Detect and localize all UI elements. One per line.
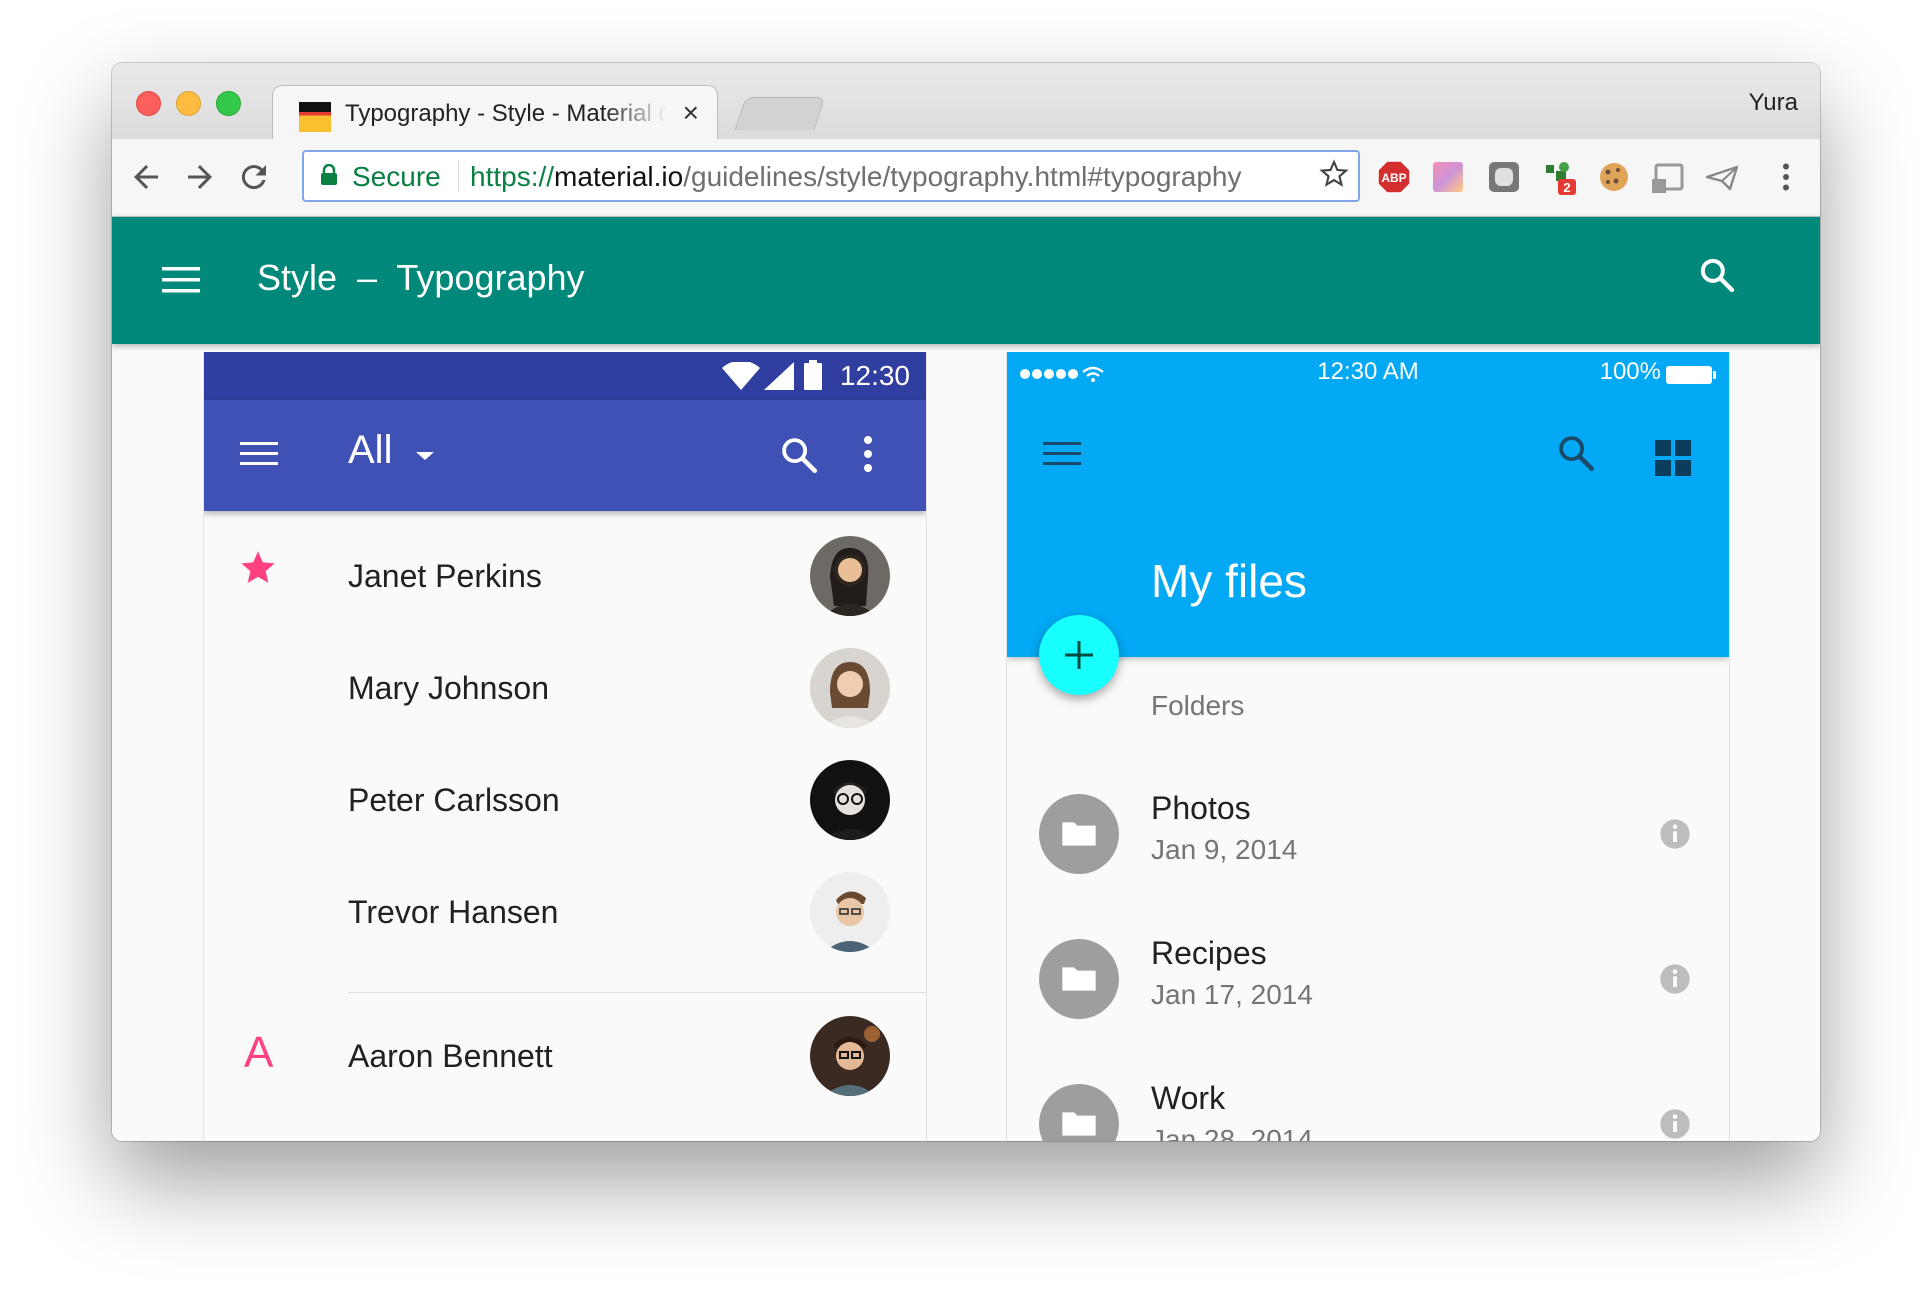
add-fab-button[interactable] bbox=[1039, 615, 1119, 695]
extension-badge: 2 bbox=[1563, 180, 1570, 195]
contact-row[interactable]: Trevor Hansen bbox=[204, 856, 926, 968]
reload-icon[interactable] bbox=[236, 159, 272, 195]
green-extension-icon[interactable]: 2 bbox=[1540, 159, 1576, 195]
info-icon[interactable] bbox=[1659, 963, 1691, 995]
android-search-icon[interactable] bbox=[778, 434, 820, 476]
plus-icon bbox=[1065, 641, 1093, 669]
android-toolbar: All bbox=[204, 400, 926, 511]
secure-label: Secure bbox=[352, 161, 441, 192]
folder-date: Jan 17, 2014 bbox=[1151, 979, 1313, 1010]
folder-name: Photos bbox=[1151, 790, 1251, 826]
ios-menu-icon[interactable] bbox=[1043, 442, 1081, 466]
url-scheme: https:// bbox=[470, 161, 555, 192]
folders-subheader: Folders bbox=[1151, 690, 1245, 721]
gradient-extension-icon[interactable] bbox=[1430, 159, 1466, 195]
list-divider bbox=[348, 992, 926, 993]
tab-title: Typography - Style - Material design gui… bbox=[345, 100, 667, 127]
folder-row[interactable]: Recipes Jan 17, 2014 bbox=[1007, 935, 1729, 1079]
info-icon[interactable] bbox=[1659, 1108, 1691, 1140]
folder-icon bbox=[1062, 1112, 1096, 1136]
contact-name: Trevor Hansen bbox=[348, 894, 559, 930]
contact-avatar bbox=[810, 760, 890, 840]
contact-row[interactable]: Mary Johnson bbox=[204, 632, 926, 744]
folder-date: Jan 28, 2014 bbox=[1151, 1124, 1313, 1141]
folder-name: Recipes bbox=[1151, 935, 1267, 971]
adblock-plus-icon[interactable]: ABP bbox=[1376, 159, 1412, 195]
contact-name: Aaron Bennett bbox=[348, 1038, 553, 1074]
tab-close-button[interactable]: × bbox=[683, 98, 699, 128]
site-menu-icon[interactable] bbox=[162, 267, 200, 293]
url-text[interactable]: https://material.io/guidelines/style/typ… bbox=[470, 161, 1241, 193]
omnibox-separator bbox=[458, 160, 459, 192]
minimize-window-button[interactable] bbox=[176, 91, 201, 116]
contact-row[interactable]: Peter Carlsson bbox=[204, 744, 926, 856]
dropdown-arrow-icon[interactable] bbox=[414, 450, 436, 462]
wifi-icon bbox=[722, 362, 760, 390]
folder-row[interactable]: Work Jan 28, 2014 bbox=[1007, 1080, 1729, 1141]
cast-icon[interactable] bbox=[1650, 159, 1686, 195]
address-bar[interactable]: Secure https://material.io/guidelines/st… bbox=[302, 150, 1360, 202]
folder-date: Jan 9, 2014 bbox=[1151, 834, 1298, 865]
folder-avatar bbox=[1039, 794, 1119, 874]
browser-menu-icon[interactable] bbox=[1768, 159, 1804, 195]
browser-tab-active[interactable]: Typography - Style - Material design gui… bbox=[272, 85, 718, 142]
ios-header: 12:30 AM 100% My files bbox=[1007, 352, 1729, 657]
adblock-label: ABP bbox=[1381, 171, 1406, 185]
folder-icon bbox=[1062, 822, 1096, 846]
close-window-button[interactable] bbox=[136, 91, 161, 116]
android-status-bar: 12:30 bbox=[204, 352, 926, 400]
contact-avatar bbox=[810, 872, 890, 952]
contact-avatar bbox=[810, 1016, 890, 1096]
site-app-bar: Style – Typography bbox=[112, 217, 1820, 344]
grid-view-icon[interactable] bbox=[1655, 440, 1691, 476]
android-toolbar-title[interactable]: All bbox=[348, 428, 392, 473]
profile-name[interactable]: Yura bbox=[1749, 89, 1798, 117]
page-content: Style – Typography 12:30 All Janet Perki… bbox=[112, 217, 1820, 1141]
cookie-icon[interactable] bbox=[1596, 159, 1632, 195]
lock-icon bbox=[321, 164, 337, 185]
folder-name: Work bbox=[1151, 1080, 1226, 1116]
paper-plane-icon[interactable] bbox=[1704, 159, 1740, 195]
browser-window: Typography - Style - Material design gui… bbox=[112, 63, 1820, 1141]
url-host: material.io bbox=[554, 161, 684, 192]
ios-header-title: My files bbox=[1151, 555, 1307, 607]
browser-toolbar: Secure https://material.io/guidelines/st… bbox=[112, 139, 1820, 217]
ios-battery-icon bbox=[1666, 366, 1716, 384]
contact-row[interactable]: Janet Perkins bbox=[204, 520, 926, 632]
android-mockup: 12:30 All Janet Perkins Mary Johnson Pet… bbox=[203, 352, 927, 1141]
contact-row[interactable]: A Aaron Bennett bbox=[204, 1000, 926, 1112]
ios-mockup: 12:30 AM 100% My files Folders Photos Ja… bbox=[1006, 352, 1730, 1141]
folder-avatar bbox=[1039, 1084, 1119, 1141]
info-icon[interactable] bbox=[1659, 818, 1691, 850]
folder-icon bbox=[1062, 967, 1096, 991]
contact-avatar bbox=[810, 536, 890, 616]
signal-icon bbox=[764, 362, 794, 390]
url-path: /guidelines/style/typography.html#typogr… bbox=[683, 161, 1242, 192]
ios-battery-percent: 100% bbox=[1599, 358, 1661, 385]
folder-row[interactable]: Photos Jan 9, 2014 bbox=[1007, 790, 1729, 934]
contact-name: Mary Johnson bbox=[348, 670, 549, 706]
more-vert-icon[interactable] bbox=[862, 434, 874, 474]
back-arrow-icon[interactable] bbox=[128, 159, 164, 195]
contact-name: Janet Perkins bbox=[348, 558, 542, 594]
android-menu-icon[interactable] bbox=[240, 442, 278, 466]
ios-search-icon[interactable] bbox=[1555, 432, 1597, 474]
battery-icon bbox=[804, 360, 822, 390]
new-tab-button[interactable] bbox=[734, 97, 826, 130]
section-letter: A bbox=[244, 1028, 274, 1077]
site-title: Style – Typography bbox=[257, 257, 585, 298]
contact-name: Peter Carlsson bbox=[348, 782, 560, 818]
folder-avatar bbox=[1039, 939, 1119, 1019]
bookmark-star-icon[interactable] bbox=[1318, 158, 1350, 190]
android-status-time: 12:30 bbox=[839, 360, 910, 391]
star-icon bbox=[241, 551, 275, 583]
forward-arrow-icon[interactable] bbox=[182, 159, 218, 195]
grey-square-extension-icon[interactable] bbox=[1486, 159, 1522, 195]
title-bar: Typography - Style - Material design gui… bbox=[112, 63, 1820, 142]
zoom-window-button[interactable] bbox=[216, 91, 241, 116]
site-search-icon[interactable] bbox=[1697, 255, 1737, 295]
contact-avatar bbox=[810, 648, 890, 728]
material-favicon-icon bbox=[299, 102, 331, 132]
